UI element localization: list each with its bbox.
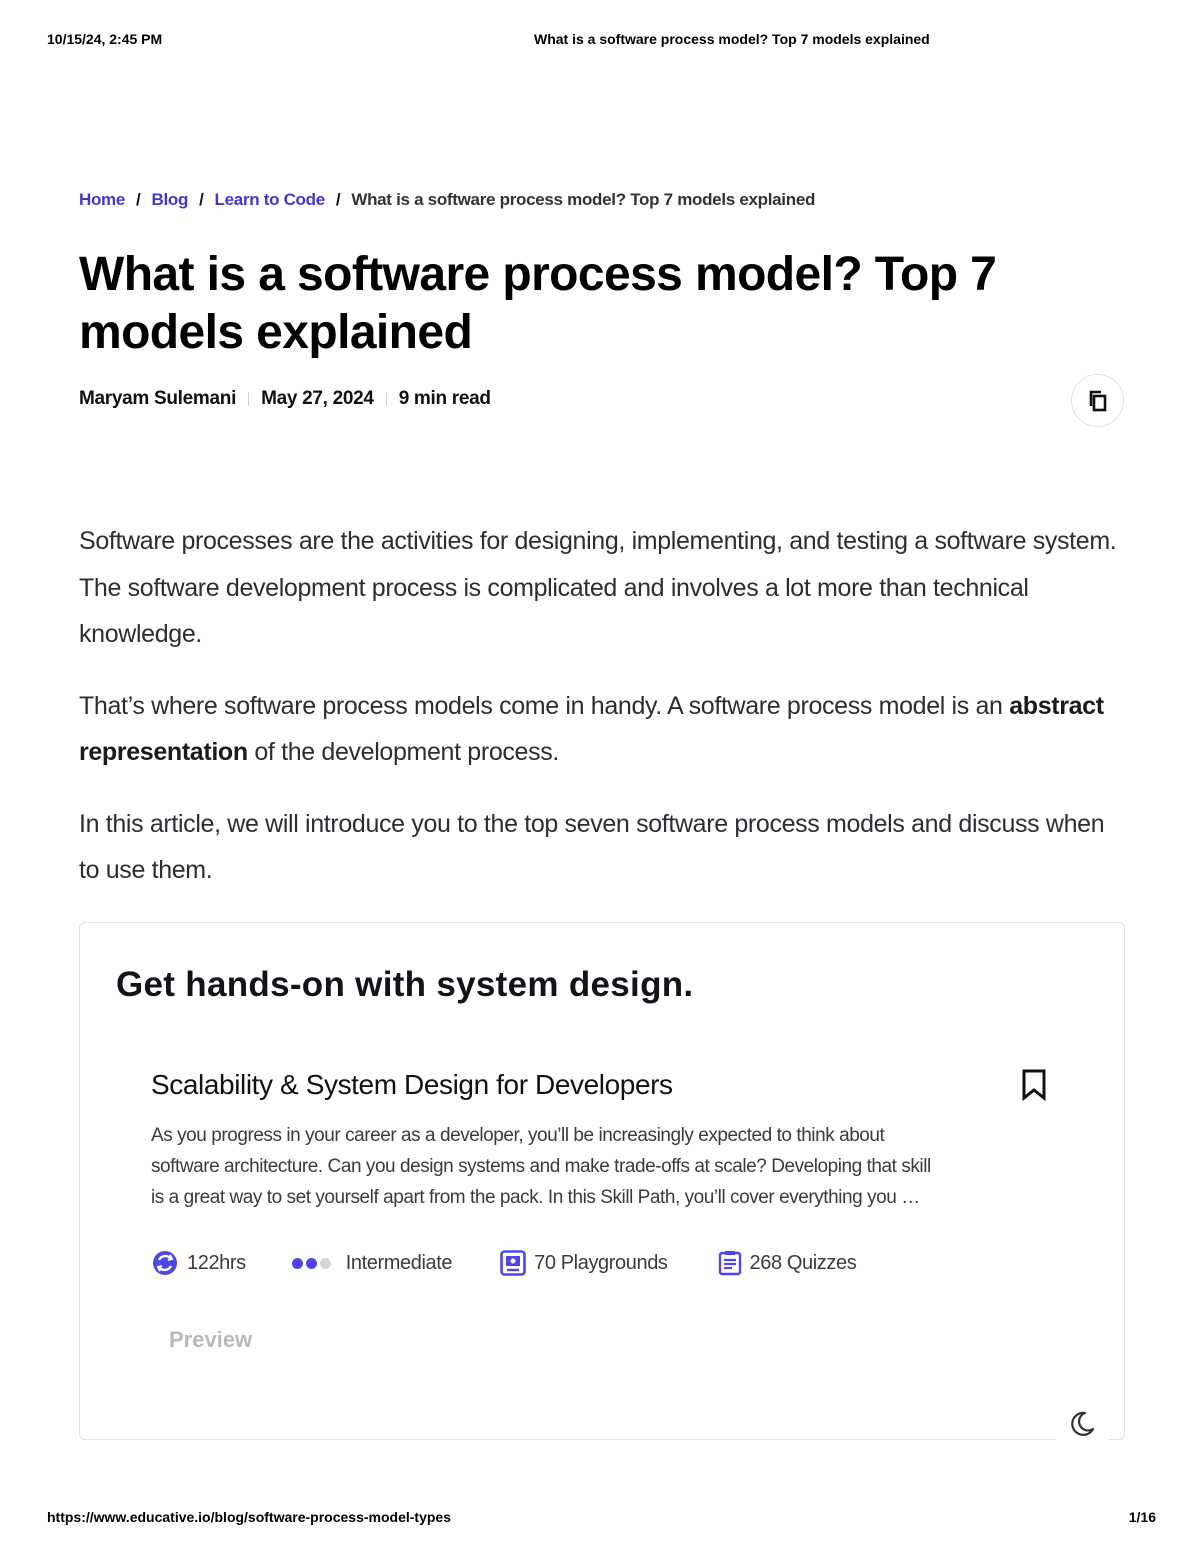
print-header: 10/15/24, 2:45 PM What is a software pro… bbox=[47, 31, 1153, 49]
preview-button[interactable]: Preview bbox=[169, 1327, 252, 1353]
moon-icon bbox=[1071, 1411, 1095, 1436]
course-promo-card: Get hands-on with system design. Scalabi… bbox=[79, 922, 1125, 1440]
meta-divider bbox=[248, 392, 250, 406]
clock-icon bbox=[151, 1249, 179, 1277]
print-url: https://www.educative.io/blog/software-p… bbox=[47, 1509, 451, 1525]
stat-level: Intermediate bbox=[291, 1252, 453, 1275]
course-stats: 122hrs Intermediate 70 Playgrounds 268 Q… bbox=[151, 1249, 857, 1277]
bookmark-icon bbox=[1022, 1069, 1046, 1101]
level-indicator-icon bbox=[291, 1257, 334, 1269]
course-title[interactable]: Scalability & System Design for Develope… bbox=[151, 1069, 673, 1101]
print-page-number: 1/16 bbox=[1128, 1509, 1156, 1525]
quiz-icon bbox=[718, 1250, 742, 1276]
promo-heading: Get hands-on with system design. bbox=[116, 965, 694, 1004]
bookmark-button[interactable] bbox=[1018, 1067, 1050, 1103]
breadcrumb-separator: / bbox=[199, 190, 204, 209]
print-date: 10/15/24, 2:45 PM bbox=[47, 31, 163, 47]
breadcrumb-learn-to-code[interactable]: Learn to Code bbox=[215, 190, 326, 210]
theme-toggle-button[interactable] bbox=[1056, 1404, 1108, 1444]
breadcrumb-blog[interactable]: Blog bbox=[151, 190, 188, 210]
course-description: As you progress in your career as a deve… bbox=[151, 1125, 931, 1208]
copy-link-button[interactable] bbox=[1071, 374, 1124, 427]
print-doc-title: What is a software process model? Top 7 … bbox=[534, 31, 930, 47]
breadcrumb-separator: / bbox=[335, 190, 341, 209]
breadcrumb-separator: / bbox=[136, 190, 141, 209]
author-name[interactable]: Maryam Sulemani bbox=[79, 388, 236, 410]
copy-icon bbox=[1089, 390, 1106, 411]
publish-date: May 27, 2024 bbox=[261, 388, 374, 409]
breadcrumb-home[interactable]: Home bbox=[79, 190, 125, 210]
article-body: Software processes are the activities fo… bbox=[79, 518, 1124, 919]
stat-quizzes: 268 Quizzes bbox=[718, 1250, 857, 1276]
playground-icon bbox=[500, 1250, 526, 1276]
intro-paragraph: Software processes are the activities fo… bbox=[79, 527, 1117, 648]
meta-divider bbox=[385, 392, 387, 406]
print-footer: https://www.educative.io/blog/software-p… bbox=[47, 1509, 1156, 1527]
breadcrumb-current: What is a software process model? Top 7 … bbox=[351, 190, 816, 209]
breadcrumb: Home / Blog / Learn to Code / What is a … bbox=[79, 190, 815, 210]
outline-paragraph: In this article, we will introduce you t… bbox=[79, 809, 1105, 885]
read-time: 9 min read bbox=[398, 388, 491, 409]
stat-playgrounds: 70 Playgrounds bbox=[500, 1250, 668, 1276]
page-title: What is a software process model? Top 7 … bbox=[79, 248, 997, 359]
stat-duration: 122hrs bbox=[151, 1249, 246, 1277]
article-meta: Maryam Sulemani May 27, 2024 9 min read bbox=[79, 388, 491, 410]
definition-paragraph: That’s where software process models com… bbox=[79, 691, 1104, 767]
